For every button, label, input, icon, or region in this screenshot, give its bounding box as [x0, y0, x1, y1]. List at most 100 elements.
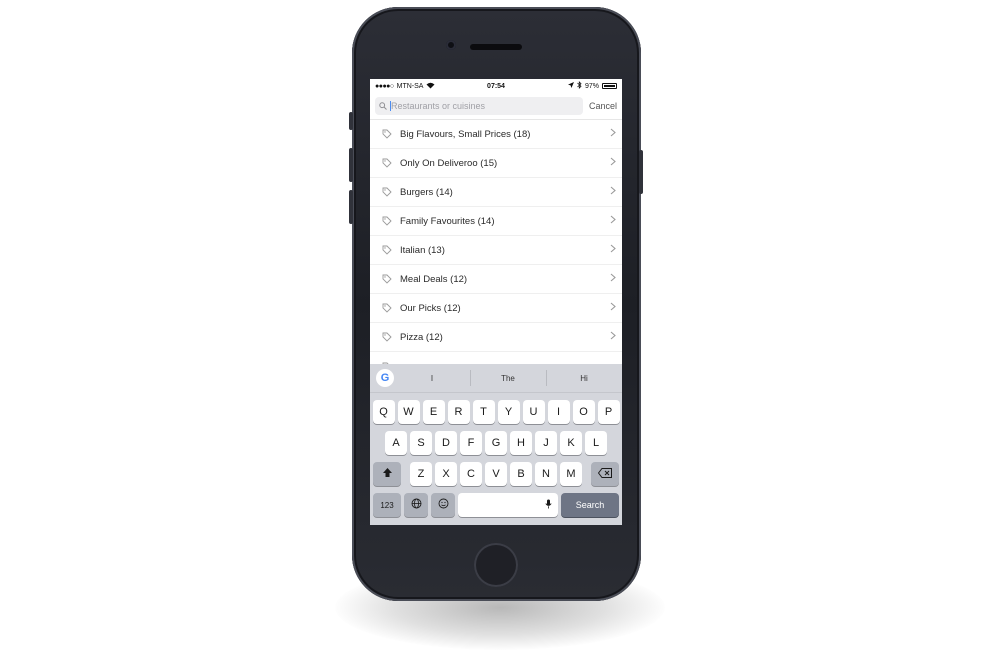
list-item-partial: [370, 352, 622, 364]
tag-icon: [382, 274, 394, 284]
list-item-cut-off[interactable]: [370, 352, 622, 364]
phone-volume-down: [349, 190, 353, 224]
tag-icon: [382, 332, 394, 342]
tag-icon: [382, 245, 394, 255]
key-t[interactable]: T: [472, 400, 495, 424]
key-o[interactable]: O: [572, 400, 595, 424]
battery-icon: [602, 83, 617, 89]
keyboard-row-2: ASDFGHJKL: [370, 431, 622, 455]
key-u[interactable]: U: [522, 400, 545, 424]
chevron-right-icon: [610, 128, 616, 140]
suggestion-3[interactable]: Hi: [546, 369, 622, 386]
list-item[interactable]: Burgers (14): [370, 178, 622, 207]
list-item-label: Our Picks (12): [400, 302, 461, 314]
key-j[interactable]: J: [535, 431, 557, 455]
key-i[interactable]: I: [547, 400, 570, 424]
keyboard-row-3: ZXCVBNM: [370, 462, 622, 486]
list-item[interactable]: Big Flavours, Small Prices (18): [370, 120, 622, 149]
phone-power-button: [639, 150, 643, 194]
tag-icon: [382, 129, 394, 139]
list-item-label: Pizza (12): [400, 331, 443, 343]
keyboard: G I The Hi QWERTYUIOP ASDFGHJKL ZXCVBNM …: [370, 364, 622, 525]
search-box[interactable]: [375, 97, 583, 115]
keyboard-row-4: 123 Search: [370, 493, 622, 517]
phone-screen: ●●●●○ MTN-SA 07:54 97% Can: [370, 79, 622, 525]
list-item[interactable]: Meal Deals (12): [370, 265, 622, 294]
key-e[interactable]: E: [422, 400, 445, 424]
cancel-button[interactable]: Cancel: [589, 101, 617, 111]
list-item-label: Italian (13): [400, 244, 445, 256]
emoji-key[interactable]: [431, 493, 455, 517]
key-q[interactable]: Q: [372, 400, 395, 424]
list-item[interactable]: Family Favourites (14): [370, 207, 622, 236]
suggestion-bar: G I The Hi: [370, 364, 622, 393]
tag-icon: [382, 303, 394, 313]
tag-icon: [382, 216, 394, 226]
list-item[interactable]: Our Picks (12): [370, 294, 622, 323]
key-s[interactable]: S: [410, 431, 432, 455]
key-c[interactable]: C: [460, 462, 482, 486]
list-item[interactable]: Only On Deliveroo (15): [370, 149, 622, 178]
key-m[interactable]: M: [560, 462, 582, 486]
tag-icon: [382, 158, 394, 168]
search-key[interactable]: Search: [561, 493, 619, 517]
front-camera: [446, 40, 456, 50]
globe-key[interactable]: [404, 493, 428, 517]
microphone-icon[interactable]: [545, 496, 552, 514]
key-p[interactable]: P: [597, 400, 620, 424]
shift-key[interactable]: [373, 462, 401, 486]
key-f[interactable]: F: [460, 431, 482, 455]
chevron-right-icon: [610, 186, 616, 198]
space-bar[interactable]: [458, 493, 558, 517]
key-b[interactable]: B: [510, 462, 532, 486]
suggestion-2[interactable]: The: [470, 369, 546, 386]
suggestion-1[interactable]: I: [394, 374, 470, 383]
list-item-label: Big Flavours, Small Prices (18): [400, 128, 531, 140]
key-v[interactable]: V: [485, 462, 507, 486]
shift-icon: [382, 467, 393, 481]
search-bar: Cancel: [370, 93, 622, 120]
chevron-right-icon: [610, 331, 616, 343]
list-item-label: Meal Deals (12): [400, 273, 468, 285]
key-r[interactable]: R: [447, 400, 470, 424]
key-y[interactable]: Y: [497, 400, 520, 424]
tag-icon: [382, 187, 394, 197]
search-icon: [379, 97, 387, 115]
chevron-right-icon: [610, 157, 616, 169]
chevron-right-icon: [610, 215, 616, 227]
numbers-key[interactable]: 123: [373, 493, 401, 517]
search-input[interactable]: [390, 101, 579, 111]
backspace-icon: [597, 467, 612, 481]
google-logo-icon: G: [380, 372, 390, 384]
chevron-right-icon: [610, 302, 616, 314]
key-x[interactable]: X: [435, 462, 457, 486]
phone-mute-switch: [349, 112, 353, 130]
emoji-icon: [438, 498, 449, 512]
list-item-label: Only On Deliveroo (15): [400, 157, 498, 169]
list-item[interactable]: Italian (13): [370, 236, 622, 265]
backspace-key[interactable]: [591, 462, 619, 486]
earpiece-speaker: [470, 44, 522, 50]
key-l[interactable]: L: [585, 431, 607, 455]
key-w[interactable]: W: [397, 400, 420, 424]
list-item[interactable]: Pizza (12): [370, 323, 622, 352]
status-bar: ●●●●○ MTN-SA 07:54 97%: [370, 79, 622, 93]
globe-icon: [411, 498, 422, 512]
key-z[interactable]: Z: [410, 462, 432, 486]
category-list: Big Flavours, Small Prices (18) Only On D…: [370, 120, 622, 352]
status-time: 07:54: [487, 82, 505, 90]
list-item-label: Family Favourites (14): [400, 215, 495, 227]
key-d[interactable]: D: [435, 431, 457, 455]
home-button[interactable]: [474, 543, 518, 587]
key-k[interactable]: K: [560, 431, 582, 455]
keyboard-row-1: QWERTYUIOP: [370, 400, 622, 424]
chevron-right-icon: [610, 244, 616, 256]
key-n[interactable]: N: [535, 462, 557, 486]
chevron-right-icon: [610, 273, 616, 285]
list-item-label: Burgers (14): [400, 186, 453, 198]
battery-fill: [604, 85, 615, 87]
key-a[interactable]: A: [385, 431, 407, 455]
google-logo-button[interactable]: G: [376, 369, 394, 387]
key-h[interactable]: H: [510, 431, 532, 455]
key-g[interactable]: G: [485, 431, 507, 455]
